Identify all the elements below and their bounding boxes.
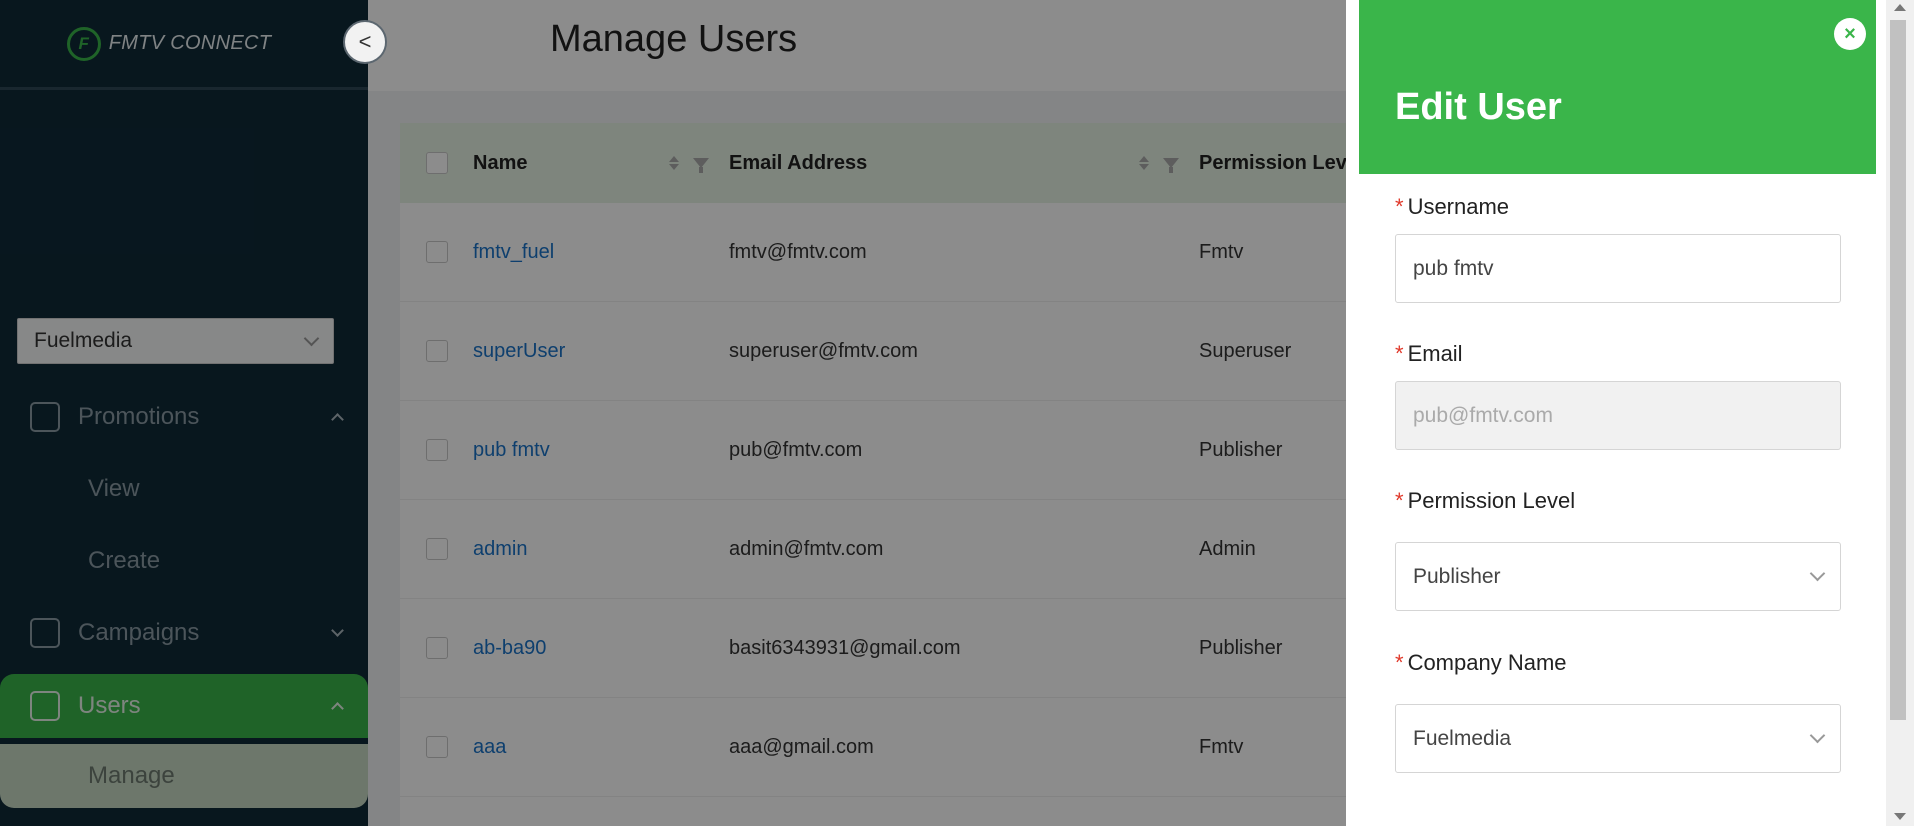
close-icon[interactable]: × (1834, 18, 1866, 50)
required-mark: * (1395, 194, 1404, 219)
drawer-title: Edit User (1395, 86, 1562, 128)
required-mark: * (1395, 488, 1404, 513)
email-placeholder: pub@fmtv.com (1413, 403, 1553, 427)
required-mark: * (1395, 341, 1404, 366)
company-label: * Company Name (1395, 650, 1567, 675)
permission-label: * Permission Level (1395, 488, 1576, 513)
email-label: * Email (1395, 341, 1463, 366)
chevron-down-icon (1809, 565, 1826, 582)
scroll-thumb[interactable] (1890, 20, 1906, 720)
username-field[interactable]: pub fmtv (1395, 234, 1841, 303)
username-value: pub fmtv (1413, 256, 1494, 280)
username-label: * Username (1395, 194, 1510, 219)
scroll-up-icon[interactable] (1894, 4, 1906, 11)
company-value: Fuelmedia (1413, 726, 1512, 750)
scrollbar[interactable] (1886, 0, 1914, 826)
drawer-header: Edit User × (1359, 0, 1876, 174)
drawer-overlay[interactable] (0, 0, 1346, 826)
email-field: pub@fmtv.com (1395, 381, 1841, 450)
company-select-field[interactable]: Fuelmedia (1395, 704, 1841, 773)
permission-value: Publisher (1413, 564, 1501, 588)
chevron-down-icon (1809, 727, 1826, 744)
scroll-down-icon[interactable] (1894, 813, 1906, 820)
edit-user-drawer: Edit User × * Username pub fmtv * Email pu… (1346, 0, 1886, 826)
required-mark: * (1395, 650, 1404, 675)
permission-select[interactable]: Publisher (1395, 542, 1841, 611)
collapse-sidebar-button[interactable]: < (343, 20, 387, 64)
